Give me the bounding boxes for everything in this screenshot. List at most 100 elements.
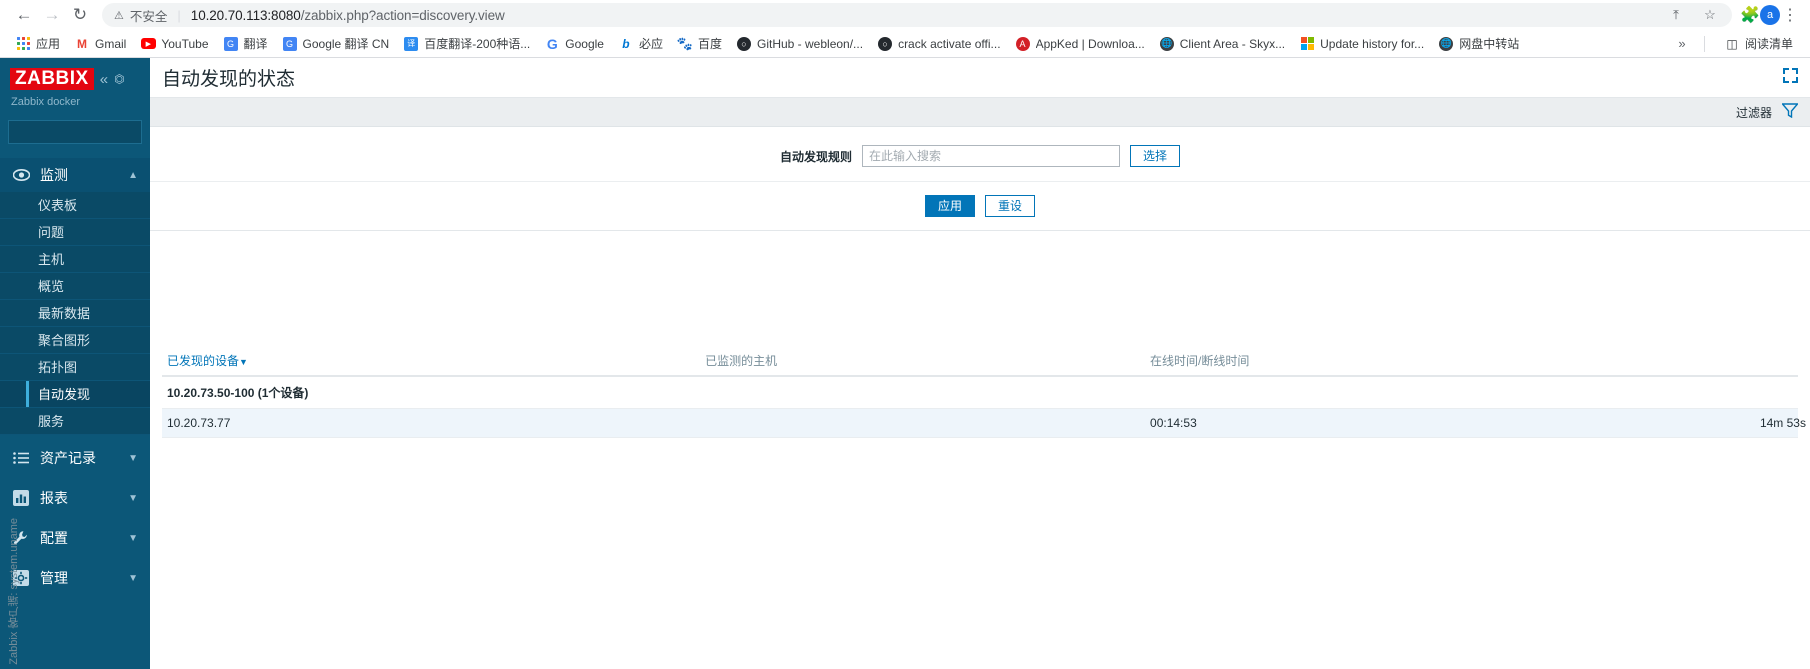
baidu-translate-icon: 译 xyxy=(403,36,419,52)
reload-icon[interactable]: ↻ xyxy=(66,1,94,29)
chevron-down-icon: ▼ xyxy=(128,532,138,544)
reset-button[interactable]: 重设 xyxy=(985,195,1036,217)
sidebar-item-discovery[interactable]: 自动发现 xyxy=(0,381,150,408)
google-translate-icon: G xyxy=(223,36,239,52)
discovery-table-container: 已发现的设备▼ 已监测的主机 在线时间/断线时间 Zabbix 客户端: sys… xyxy=(8,231,1810,669)
cell-uptime: 00:14:53 xyxy=(1145,408,1755,438)
column-header-uptime-downtime: 在线时间/断线时间 xyxy=(1145,241,1755,377)
bookmark-client-area[interactable]: 🌐 Client Area - Skyx... xyxy=(1152,34,1292,54)
bookmark-label: 必应 xyxy=(638,37,663,51)
list-icon xyxy=(12,452,30,464)
address-bar-url: 10.20.70.113:8080/zabbix.php?action=disc… xyxy=(190,7,505,23)
fullscreen-icon[interactable] xyxy=(1783,68,1798,87)
sidebar-group-monitoring[interactable]: 监测 ▲ xyxy=(0,158,150,192)
server-name: Zabbix docker xyxy=(11,96,81,108)
bookmark-google[interactable]: G Google xyxy=(537,34,611,54)
sidebar-header: ZABBIX « ⏣ Zabbix docker xyxy=(0,58,150,108)
sidebar-item-overview[interactable]: 概览 xyxy=(0,273,150,300)
omnibox-divider: | xyxy=(177,7,181,23)
three-dot-menu-icon[interactable]: ⋮ xyxy=(1780,5,1800,25)
bookmark-label: AppKed | Downloa... xyxy=(1035,36,1145,51)
forward-arrow-icon[interactable]: → xyxy=(38,1,66,29)
zabbix-logo[interactable]: ZABBIX xyxy=(10,68,94,90)
sidebar-item-dashboard[interactable]: 仪表板 xyxy=(0,192,150,219)
star-icon[interactable]: ☆ xyxy=(1700,5,1720,25)
filter-panel: 自动发现规则 选择 应用 重设 xyxy=(150,127,1810,231)
sidebar-item-problems[interactable]: 问题 xyxy=(0,219,150,246)
address-bar[interactable]: ⚠ 不安全 | 10.20.70.113:8080/zabbix.php?act… xyxy=(102,3,1732,27)
bookmark-update-history[interactable]: Update history for... xyxy=(1292,34,1431,54)
column-header-label-vertical: Zabbix 客户端: system.uname xyxy=(8,518,20,665)
reading-list-button[interactable]: ◫ 阅读清单 xyxy=(1717,33,1800,54)
bookmark-label: GitHub - webleon/... xyxy=(757,36,864,51)
sidebar-group-label: 报表 xyxy=(40,490,68,506)
chevron-double-left-icon[interactable]: « xyxy=(100,72,108,87)
bookmark-label: YouTube xyxy=(161,36,209,51)
puzzle-piece-icon[interactable]: 🧩 xyxy=(1740,5,1760,25)
bookmark-github-webleon[interactable]: ○ GitHub - webleon/... xyxy=(729,34,870,54)
gmail-icon: M xyxy=(77,36,88,51)
sidebar-item-hosts[interactable]: 主机 xyxy=(0,246,150,273)
select-button[interactable]: 选择 xyxy=(1130,145,1181,167)
bookmark-apps[interactable]: 应用 xyxy=(8,33,67,54)
bookmark-appked[interactable]: A AppKed | Downloa... xyxy=(1008,34,1152,54)
chevron-double-right-icon[interactable]: » xyxy=(1672,34,1692,54)
bookmark-label: 应用 xyxy=(36,37,61,51)
bookmark-label: Gmail xyxy=(95,36,127,51)
bookmark-netdisk[interactable]: 🌐 网盘中转站 xyxy=(1431,33,1526,54)
search-input[interactable] xyxy=(17,125,150,139)
sidebar-nav: 监测 ▲ 仪表板 问题 主机 概览 最新数据 聚合图形 拓扑图 自动发现 服务 xyxy=(0,158,150,595)
collapse-panel-icon[interactable]: ⏣ xyxy=(114,73,124,85)
cell-check: 14m 53s xyxy=(1754,408,1806,438)
sidebar-search[interactable]: ⚲ xyxy=(8,120,150,144)
apply-button[interactable]: 应用 xyxy=(924,195,975,217)
bookmark-youtube[interactable]: ▶ YouTube xyxy=(133,34,215,54)
sidebar-group-inventory[interactable]: 资产记录 ▼ xyxy=(0,441,150,475)
bookmark-translate[interactable]: G 翻译 xyxy=(216,33,275,54)
discovery-rule-input[interactable] xyxy=(862,145,1120,167)
group-row-label: 10.20.73.50-100 (1个设备) xyxy=(162,376,1798,409)
column-header-label[interactable]: 已发现的设备 xyxy=(167,354,239,368)
sidebar: ZABBIX « ⏣ Zabbix docker ⚲ 监测 ▲ xyxy=(0,58,150,669)
bookmark-baidu[interactable]: 🐾 百度 xyxy=(670,33,729,54)
bookmark-label: 网盘中转站 xyxy=(1459,37,1520,51)
sidebar-item-maps[interactable]: 拓扑图 xyxy=(0,354,150,381)
filter-row-discovery-rule: 自动发现规则 选择 xyxy=(150,145,1810,167)
main-content: 自动发现的状态 过滤器 自动发现规则 在此输入搜索 选择 应用 重设 已发现的设… xyxy=(8,58,1810,669)
bookmark-bing[interactable]: b 必应 xyxy=(611,33,670,54)
table-row[interactable]: 10.20.73.77 00:14:53 14m 53s xyxy=(162,408,1806,438)
bookmark-label: crack activate offi... xyxy=(898,36,1001,51)
profile-avatar[interactable]: a xyxy=(1760,5,1780,25)
bookmark-gmail[interactable]: M Gmail xyxy=(67,34,133,54)
bookmark-label: Update history for... xyxy=(1320,36,1425,51)
sidebar-item-screens[interactable]: 聚合图形 xyxy=(0,327,150,354)
share-icon[interactable]: ⤒ xyxy=(1666,5,1686,25)
back-arrow-icon[interactable]: ← xyxy=(10,1,38,29)
discovery-table: 已发现的设备▼ 已监测的主机 在线时间/断线时间 Zabbix 客户端: sys… xyxy=(8,241,1806,665)
browser-toolbar: ← → ↻ ⚠ 不安全 | 10.20.70.113:8080/zabbix.p… xyxy=(0,0,1810,30)
column-header-discovered-device[interactable]: 已发现的设备▼ xyxy=(162,241,701,377)
bookmark-crack-activate[interactable]: ○ crack activate offi... xyxy=(870,34,1008,54)
sidebar-group-administration[interactable]: 管理 ▼ xyxy=(0,561,150,595)
column-header-agent-check: Zabbix 客户端: system.uname xyxy=(8,241,1798,665)
bookmark-baidu-translate[interactable]: 译 百度翻译-200种语... xyxy=(396,33,537,54)
google-icon: G xyxy=(546,35,558,52)
tab-filter[interactable]: 过滤器 xyxy=(1736,104,1772,121)
sidebar-group-reports[interactable]: 报表 ▼ xyxy=(0,481,150,515)
sidebar-group-label: 管理 xyxy=(40,570,68,586)
bookmark-label: 百度 xyxy=(697,37,722,51)
cell-host xyxy=(700,408,1146,438)
column-header-monitored-host: 已监测的主机 xyxy=(700,241,1146,377)
funnel-icon[interactable] xyxy=(1780,103,1800,121)
sidebar-item-latest-data[interactable]: 最新数据 xyxy=(0,300,150,327)
appked-icon: A xyxy=(1015,36,1031,52)
github-icon: ○ xyxy=(736,36,752,52)
chevron-down-icon: ▼ xyxy=(128,452,138,464)
bookmark-google-translate-cn[interactable]: G Google 翻译 CN xyxy=(275,33,397,54)
sidebar-submenu-monitoring: 仪表板 问题 主机 概览 最新数据 聚合图形 拓扑图 自动发现 服务 xyxy=(0,192,150,435)
bookmark-label: Google xyxy=(565,36,604,51)
sidebar-group-configuration[interactable]: 配置 ▼ xyxy=(0,521,150,555)
sidebar-item-services[interactable]: 服务 xyxy=(0,408,150,435)
baidu-icon: 🐾 xyxy=(676,35,694,51)
page-title: 自动发现的状态 xyxy=(162,69,296,90)
